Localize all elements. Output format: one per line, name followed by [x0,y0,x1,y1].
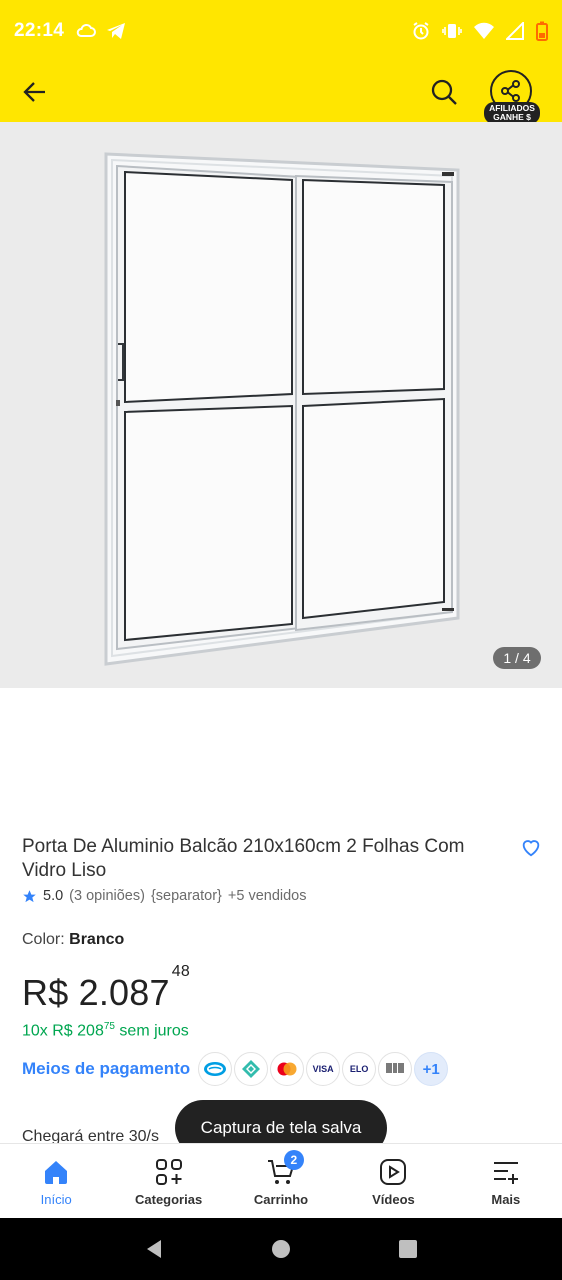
affiliate-share-button[interactable]: AFILIADOS GANHE $ [484,64,540,124]
nav-cart-label: Carrinho [253,1192,309,1207]
rating-separator: {separator} [150,888,222,904]
nav-home[interactable]: Início [0,1144,112,1218]
video-icon [380,1159,407,1185]
price-main: R$ 2.087 [22,972,170,1013]
vibrate-icon [442,24,462,38]
status-bar: 22:14 [0,0,562,62]
boleto-icon [378,1052,413,1086]
nav-cart[interactable]: 2 Carrinho [225,1144,337,1218]
more-payment-methods[interactable]: +1 [414,1052,449,1086]
reviews-count: (3 opiniões) [69,888,145,904]
star-icon [23,889,36,902]
sold-count: +5 vendidos [227,888,307,904]
rating-score: 5.0 [43,888,64,904]
cart-count-badge: 2 [283,1150,304,1170]
signal-icon [506,22,524,40]
system-nav-bar [0,1218,562,1280]
affiliate-badge: AFILIADOS GANHE $ [484,102,540,124]
payment-methods-row: Meios de pagamento VISA ELO +1 [22,1052,450,1086]
nav-categories[interactable]: Categorias [112,1144,224,1218]
color-value: Branco [69,931,125,948]
back-triangle-icon[interactable] [143,1238,165,1260]
search-button[interactable] [430,78,458,106]
installments-prefix: 10x R$ 208 [22,1022,104,1040]
nav-videos-label: Vídeos [372,1192,415,1207]
wifi-icon [474,22,494,39]
recents-square-icon[interactable] [397,1238,419,1260]
mastercard-icon [270,1052,305,1086]
nav-more-label: Mais [491,1192,521,1207]
payment-methods-link[interactable]: Meios de pagamento [22,1059,190,1079]
rating-row[interactable]: 5.0 (3 opiniões) {separator} +5 vendidos [22,888,307,904]
nav-videos[interactable]: Vídeos [337,1144,449,1218]
status-time: 22:14 [14,20,65,41]
installments-suffix: sem juros [114,1022,189,1040]
heart-icon [522,840,540,857]
color-label: Color: [22,931,65,948]
back-button[interactable] [22,79,48,105]
installments-cents: 75 [103,1021,115,1032]
mercado-pago-icon [198,1052,233,1086]
affiliate-badge-line2: GANHE $ [493,112,531,122]
price: R$ 2.08748 [22,963,190,1014]
nav-home-label: Início [40,1192,72,1207]
alarm-icon [413,22,429,40]
status-left-icons [76,22,126,40]
app-bar: AFILIADOS GANHE $ [0,62,562,124]
telegram-icon [107,23,126,39]
product-title: Porta De Aluminio Balcão 210x160cm 2 Fol… [22,836,465,881]
home-icon [45,1161,68,1184]
status-right-icons [412,21,548,41]
favorite-button[interactable] [520,836,542,863]
installments: 10x R$ 20875 sem juros [22,1021,189,1040]
categories-icon [155,1159,182,1185]
visa-icon: VISA [306,1052,341,1086]
color-row: Color: Branco [22,931,124,949]
price-cents: 48 [171,963,190,980]
home-circle-icon[interactable] [270,1238,292,1260]
product-image [104,152,460,666]
cloud-icon [76,23,97,37]
battery-icon [536,21,548,41]
nav-more[interactable]: Mais [450,1144,562,1218]
product-gallery[interactable]: 1 / 4 [0,122,562,688]
share-icon [501,80,520,102]
nav-categories-label: Categorias [135,1192,203,1207]
gallery-counter: 1 / 4 [493,647,541,669]
bottom-nav: Início Categorias 2 Carrinho Vídeos Mais [0,1143,562,1218]
back-arrow-icon [23,82,45,102]
menu-plus-icon [493,1162,518,1184]
pix-icon [234,1052,269,1086]
elo-icon: ELO [342,1052,377,1086]
search-icon [431,79,457,105]
